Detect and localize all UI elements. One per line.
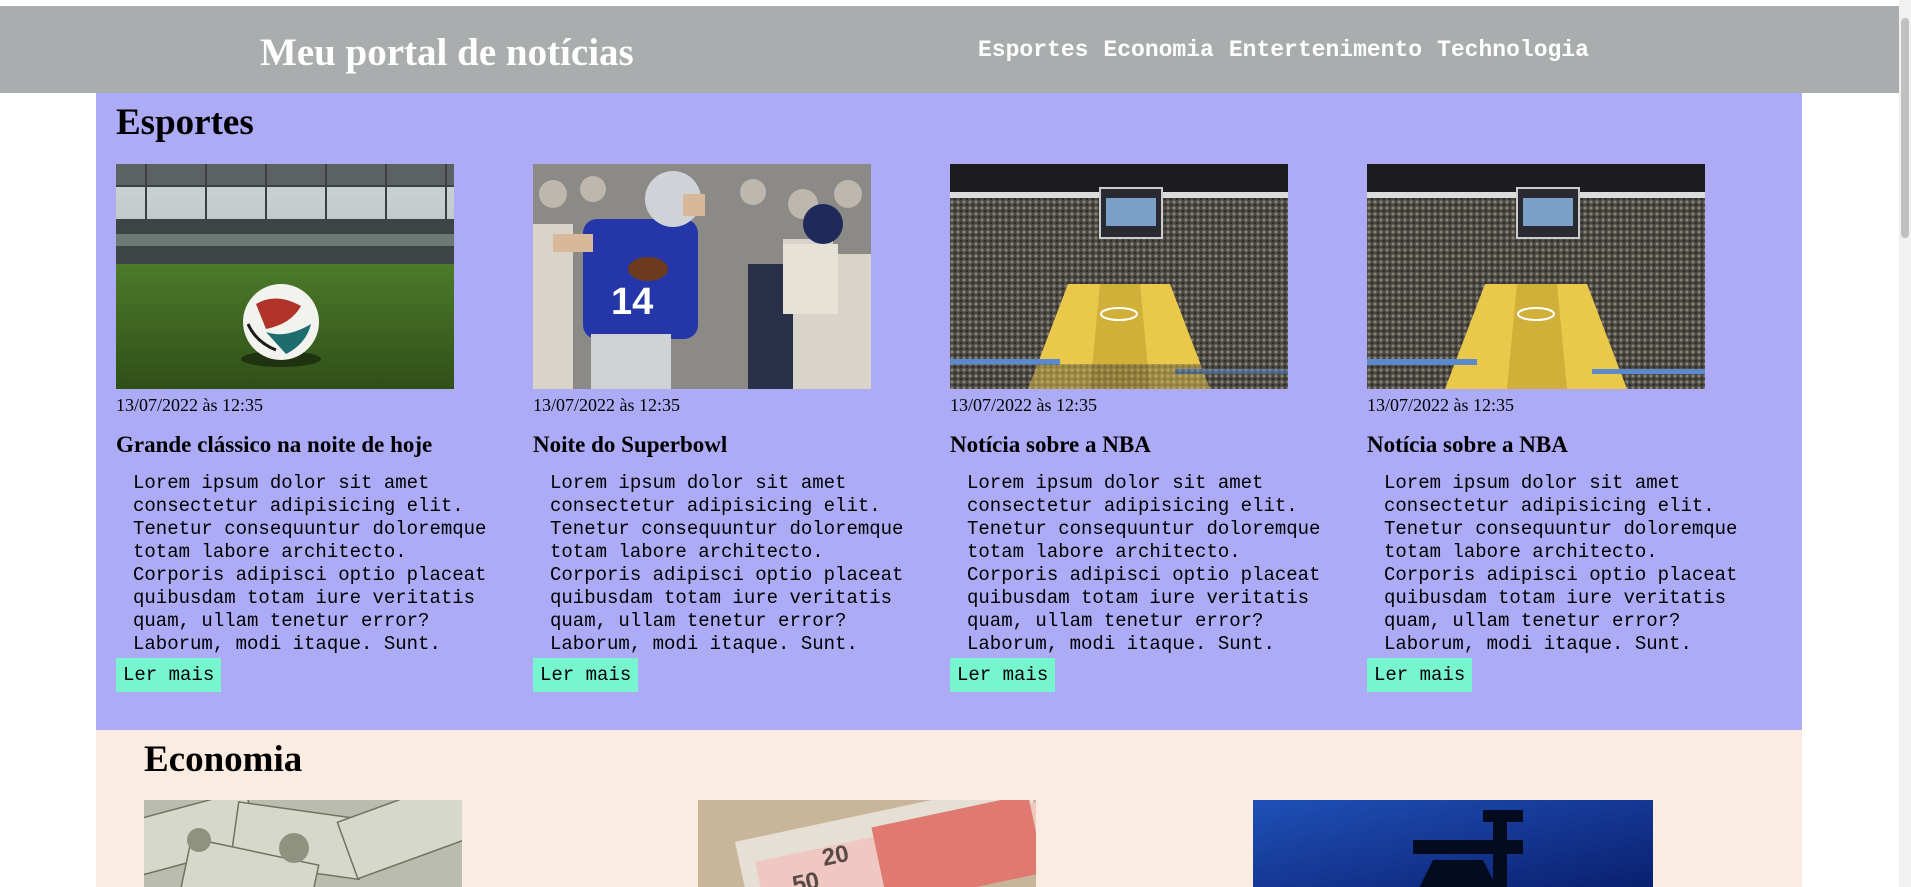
card-excerpt: Lorem ipsum dolor sit amet consectetur a… (1384, 472, 1738, 655)
basketball-arena-image[interactable] (1367, 164, 1705, 389)
sports-section-title: Esportes (116, 102, 254, 143)
card-title[interactable]: Grande clássico na noite de hoje (116, 432, 516, 458)
nav-link-economia[interactable]: Economia (1103, 37, 1213, 63)
svg-text:14: 14 (611, 281, 653, 323)
site-title: Meu portal de notícias (260, 31, 634, 74)
main-nav: Esportes Economia Entertenimento Technol… (978, 37, 1589, 63)
card-date: 13/07/2022 às 12:35 (116, 395, 263, 415)
news-card: 14 13/07/2022 às 12:35 Noite do Superbow… (533, 164, 933, 692)
svg-text:20: 20 (820, 840, 852, 872)
read-more-button[interactable]: Ler mais (533, 658, 639, 692)
soccer-ball-stadium-image[interactable] (116, 164, 454, 389)
site-header: Meu portal de notícias Esportes Economia… (0, 6, 1899, 93)
card-excerpt: Lorem ipsum dolor sit amet consectetur a… (967, 472, 1321, 655)
football-quarterback-image[interactable]: 14 (533, 164, 871, 389)
card-date: 13/07/2022 às 12:35 (1367, 395, 1514, 415)
read-more-button[interactable]: Ler mais (1367, 658, 1473, 692)
news-card: 13/07/2022 às 12:35 Notícia sobre a NBA … (1367, 164, 1767, 692)
card-title[interactable]: Notícia sobre a NBA (950, 432, 1350, 458)
euro-notes-image[interactable]: 20 50 (698, 800, 1036, 887)
card-title[interactable]: Noite do Superbowl (533, 432, 933, 458)
read-more-button[interactable]: Ler mais (116, 658, 222, 692)
economy-section-title: Economia (144, 739, 303, 780)
nav-link-esportes[interactable]: Esportes (978, 37, 1088, 63)
sports-section: Esportes 13/07/2022 às 12:35 Grande clás… (96, 93, 1802, 730)
scrollbar-thumb[interactable] (1901, 18, 1909, 238)
card-excerpt: Lorem ipsum dolor sit amet consectetur a… (550, 472, 904, 655)
page-scrollbar[interactable] (1899, 0, 1911, 887)
news-card: 13/07/2022 às 12:35 Grande clássico na n… (116, 164, 516, 692)
news-card: 13/07/2022 às 12:35 Notícia sobre a NBA … (950, 164, 1350, 692)
oil-pump-image[interactable] (1253, 800, 1653, 887)
card-date: 13/07/2022 às 12:35 (533, 395, 680, 415)
economy-section: Economia 20 50 (96, 730, 1802, 887)
read-more-button[interactable]: Ler mais (950, 658, 1056, 692)
nav-link-tecnologia[interactable]: Technologia (1437, 37, 1589, 63)
dollar-bills-image[interactable] (144, 800, 462, 887)
card-date: 13/07/2022 às 12:35 (950, 395, 1097, 415)
card-excerpt: Lorem ipsum dolor sit amet consectetur a… (133, 472, 487, 655)
card-title[interactable]: Notícia sobre a NBA (1367, 432, 1767, 458)
nav-link-entretenimento[interactable]: Entertenimento (1229, 37, 1422, 63)
basketball-arena-image[interactable] (950, 164, 1288, 389)
